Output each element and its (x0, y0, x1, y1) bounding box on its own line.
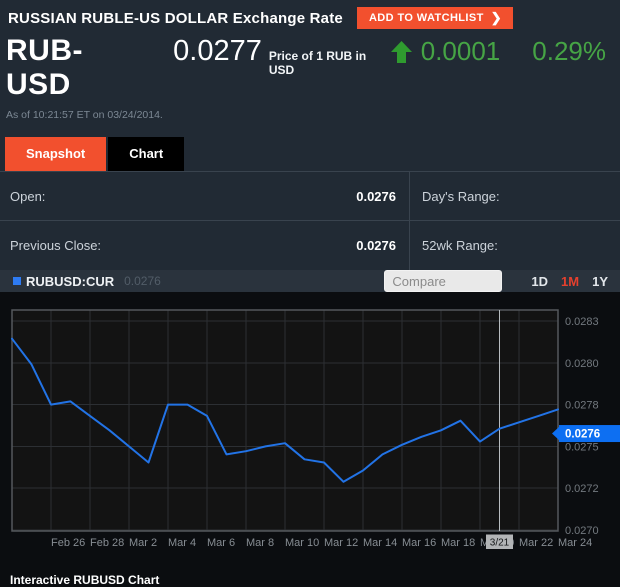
svg-text:Mar 12: Mar 12 (324, 537, 358, 549)
as-of-timestamp: As of 10:21:57 ET on 03/24/2014. (0, 102, 620, 129)
last-price: 0.0277 (173, 35, 262, 68)
svg-text:0.0275: 0.0275 (565, 441, 599, 453)
price-chart[interactable]: 0.0283 0.0280 0.0278 0.0275 0.0272 0.0270 Feb … (0, 292, 620, 565)
stats-column-left: Open: 0.0276 Previous Close: 0.0276 (0, 172, 410, 270)
price-change: 0.0001 (421, 36, 501, 67)
add-to-watchlist-button[interactable]: ADD TO WATCHLIST ❯ (357, 7, 513, 29)
change-group: 0.0001 0.29% (391, 36, 612, 67)
price-change-percent: 0.29% (532, 36, 606, 67)
svg-text:Mar 8: Mar 8 (246, 537, 274, 549)
svg-text:Mar 6: Mar 6 (207, 537, 235, 549)
svg-text:0.0270: 0.0270 (565, 525, 599, 537)
masthead: RUSSIAN RUBLE-US DOLLAR Exchange Rate AD… (0, 0, 620, 31)
svg-text:3/21: 3/21 (490, 538, 510, 549)
svg-text:0.0283: 0.0283 (565, 316, 599, 328)
range-1d[interactable]: 1D (531, 274, 548, 289)
price-description: Price of 1 RUB in USD (269, 49, 391, 77)
range-1m[interactable]: 1M (561, 274, 579, 289)
svg-text:0.0278: 0.0278 (565, 400, 599, 412)
stat-row-days-range: Day's Range: (410, 172, 620, 221)
svg-text:Mar 16: Mar 16 (402, 537, 436, 549)
chart-toolbar: RUBUSD:CUR 0.0276 1D 1M 1Y (0, 270, 620, 292)
tab-bar: Snapshot Chart (0, 129, 620, 171)
ticker-symbol: RUB-USD (6, 34, 143, 102)
previous-close-label: Previous Close: (10, 238, 101, 253)
svg-text:0.0280: 0.0280 (565, 358, 599, 370)
svg-text:Mar 24: Mar 24 (558, 537, 592, 549)
svg-text:Mar 18: Mar 18 (441, 537, 475, 549)
tab-snapshot[interactable]: Snapshot (5, 137, 106, 171)
page-title: RUSSIAN RUBLE-US DOLLAR Exchange Rate (8, 10, 343, 27)
series-legend-price: 0.0276 (124, 274, 161, 288)
compare-input[interactable] (384, 270, 502, 292)
svg-text:0.0276: 0.0276 (565, 429, 600, 441)
quote-page: RUSSIAN RUBLE-US DOLLAR Exchange Rate AD… (0, 0, 620, 586)
svg-text:0.0272: 0.0272 (565, 483, 599, 495)
open-value: 0.0276 (356, 189, 396, 204)
stats-column-right: Day's Range: 52wk Range: (410, 172, 620, 270)
52wk-range-label: 52wk Range: (422, 238, 498, 253)
svg-text:Mar 4: Mar 4 (168, 537, 196, 549)
series-legend-symbol: RUBUSD:CUR (26, 274, 114, 289)
stat-row-previous-close: Previous Close: 0.0276 (0, 221, 409, 270)
quote-row: RUB-USD 0.0277 Price of 1 RUB in USD 0.0… (0, 31, 620, 102)
tab-chart[interactable]: Chart (108, 137, 184, 171)
stat-row-open: Open: 0.0276 (0, 172, 409, 221)
open-label: Open: (10, 189, 45, 204)
stat-row-52wk-range: 52wk Range: (410, 221, 620, 270)
svg-text:Feb 28: Feb 28 (90, 537, 124, 549)
series-legend-swatch-icon (13, 277, 21, 285)
chart-caption: Interactive RUBUSD Chart (0, 565, 620, 587)
svg-text:Mar 10: Mar 10 (285, 537, 319, 549)
range-1y[interactable]: 1Y (592, 274, 608, 289)
svg-text:Mar 22: Mar 22 (519, 537, 553, 549)
days-range-label: Day's Range: (422, 189, 500, 204)
range-selector: 1D 1M 1Y (518, 274, 608, 289)
svg-text:Mar 14: Mar 14 (363, 537, 397, 549)
chart-area: 0.0283 0.0280 0.0278 0.0275 0.0272 0.0270 Feb … (0, 292, 620, 565)
svg-text:Mar 2: Mar 2 (129, 537, 157, 549)
add-to-watchlist-label: ADD TO WATCHLIST (369, 12, 484, 24)
svg-text:Feb 26: Feb 26 (51, 537, 85, 549)
up-arrow-icon (391, 41, 412, 68)
chevron-right-icon: ❯ (491, 13, 502, 23)
previous-close-value: 0.0276 (356, 238, 396, 253)
stats-table: Open: 0.0276 Previous Close: 0.0276 Day'… (0, 171, 620, 270)
top-section: RUSSIAN RUBLE-US DOLLAR Exchange Rate AD… (0, 0, 620, 171)
